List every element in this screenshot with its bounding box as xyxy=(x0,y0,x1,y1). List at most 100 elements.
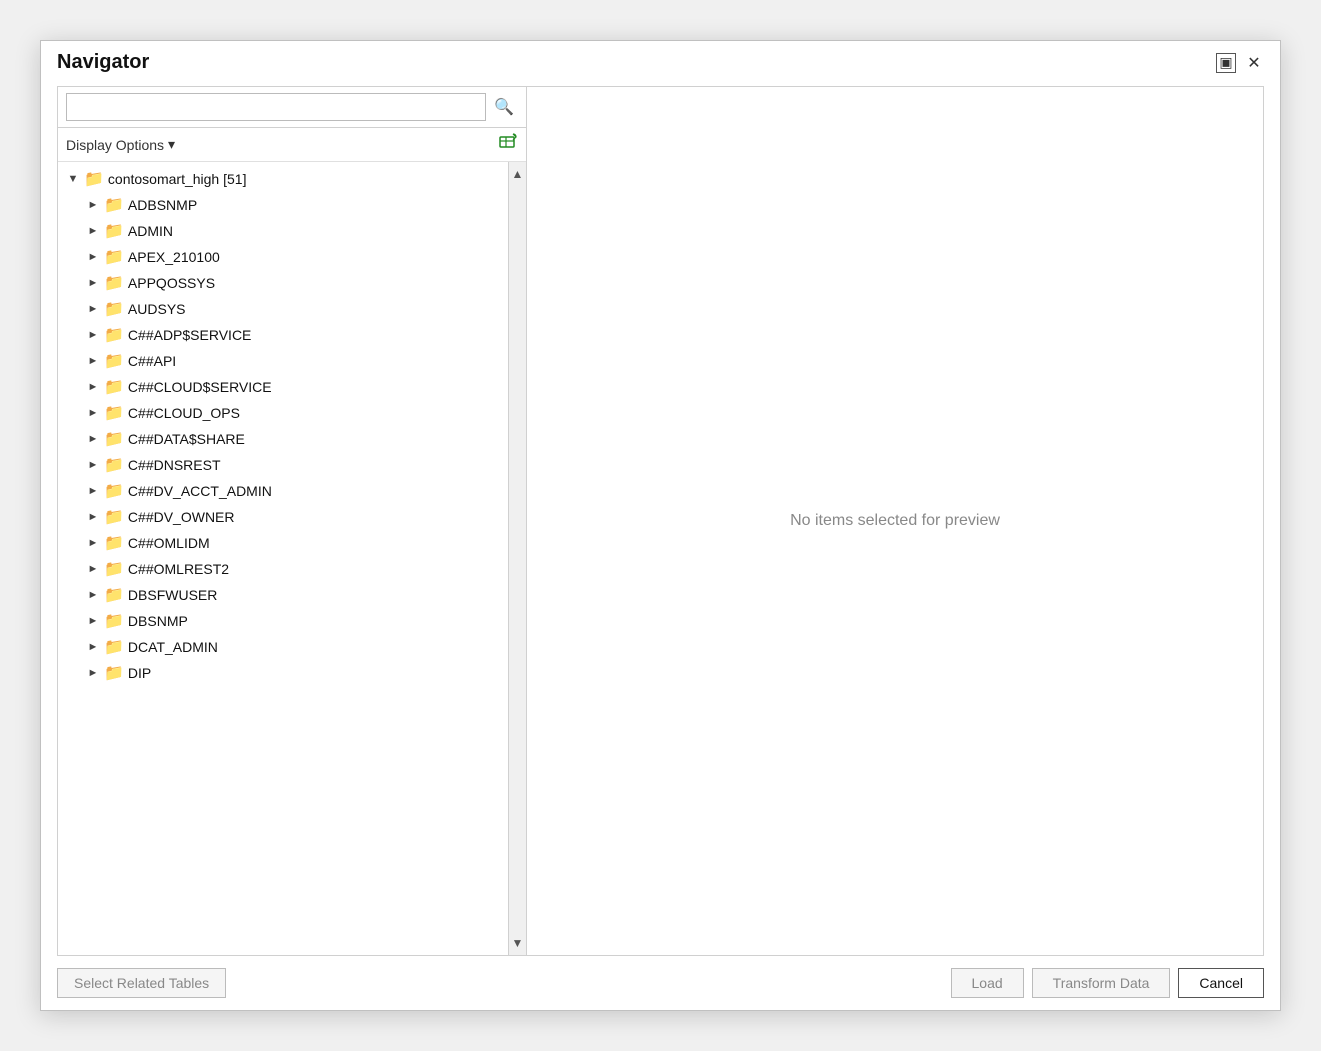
chevron-right-icon: ► xyxy=(86,303,100,315)
transform-data-button[interactable]: Transform Data xyxy=(1032,968,1171,998)
navigator-window: Navigator ▣ ✕ 🔍 Display Options ▾ xyxy=(40,40,1281,1011)
list-item[interactable]: ► 📁 C##OMLREST2 xyxy=(58,556,508,582)
tree-child-label: DBSFWUSER xyxy=(128,587,217,603)
folder-icon: 📁 xyxy=(104,273,124,293)
folder-icon: 📁 xyxy=(104,247,124,267)
chevron-right-icon: ► xyxy=(86,355,100,367)
scroll-up-button[interactable]: ▲ xyxy=(509,164,527,184)
search-button[interactable]: 🔍 xyxy=(490,93,518,121)
folder-icon: 📁 xyxy=(104,481,124,501)
load-button[interactable]: Load xyxy=(951,968,1024,998)
folder-icon: 📁 xyxy=(104,377,124,397)
folder-icon: 📁 xyxy=(104,455,124,475)
tree-list[interactable]: ▼ 📁 contosomart_high [51] ► 📁 ADBSNMP ► … xyxy=(58,162,508,955)
tree-child-label: APEX_210100 xyxy=(128,249,220,265)
list-item[interactable]: ► 📁 DBSFWUSER xyxy=(58,582,508,608)
tree-child-label: APPQOSSYS xyxy=(128,275,215,291)
list-item[interactable]: ► 📁 C##ADP$SERVICE xyxy=(58,322,508,348)
chevron-down-icon: ▾ xyxy=(168,136,175,153)
close-button[interactable]: ✕ xyxy=(1244,53,1264,73)
tree-child-label: DIP xyxy=(128,665,151,681)
chevron-right-icon: ► xyxy=(86,433,100,445)
list-item[interactable]: ► 📁 ADMIN xyxy=(58,218,508,244)
preview-empty-text: No items selected for preview xyxy=(790,512,1000,530)
content-area: 🔍 Display Options ▾ xyxy=(41,74,1280,956)
list-item[interactable]: ► 📁 C##DV_OWNER xyxy=(58,504,508,530)
list-item[interactable]: ► 📁 C##DATA$SHARE xyxy=(58,426,508,452)
list-item[interactable]: ► 📁 C##API xyxy=(58,348,508,374)
folder-icon: 📁 xyxy=(104,325,124,345)
folder-icon: 📁 xyxy=(104,507,124,527)
tree-child-label: DBSNMP xyxy=(128,613,188,629)
folder-icon: 📁 xyxy=(104,221,124,241)
folder-icon: 📁 xyxy=(104,637,124,657)
chevron-right-icon: ► xyxy=(86,667,100,679)
toolbar-row: Display Options ▾ xyxy=(58,128,526,162)
right-panel: No items selected for preview xyxy=(527,86,1264,956)
folder-icon: 📁 xyxy=(104,351,124,371)
tree-child-label: C##DV_ACCT_ADMIN xyxy=(128,483,272,499)
scroll-controls: ▲ ▼ xyxy=(508,162,526,955)
tree-area: ▼ 📁 contosomart_high [51] ► 📁 ADBSNMP ► … xyxy=(58,162,526,955)
list-item[interactable]: ► 📁 C##CLOUD$SERVICE xyxy=(58,374,508,400)
refresh-button[interactable] xyxy=(498,132,518,157)
tree-root-label: contosomart_high [51] xyxy=(108,171,247,187)
footer-left: Select Related Tables xyxy=(57,968,226,998)
tree-child-label: C##CLOUD$SERVICE xyxy=(128,379,272,395)
folder-icon: 📁 xyxy=(104,429,124,449)
title-bar: Navigator ▣ ✕ xyxy=(41,41,1280,74)
folder-icon: 📁 xyxy=(104,403,124,423)
chevron-right-icon: ► xyxy=(86,199,100,211)
refresh-icon xyxy=(498,132,518,157)
list-item[interactable]: ► 📁 APEX_210100 xyxy=(58,244,508,270)
list-item[interactable]: ► 📁 DCAT_ADMIN xyxy=(58,634,508,660)
display-options-label: Display Options xyxy=(66,137,164,153)
list-item[interactable]: ► 📁 DBSNMP xyxy=(58,608,508,634)
folder-icon: 📁 xyxy=(104,611,124,631)
list-item[interactable]: ► 📁 AUDSYS xyxy=(58,296,508,322)
folder-icon: 📁 xyxy=(104,533,124,553)
list-item[interactable]: ► 📁 C##DV_ACCT_ADMIN xyxy=(58,478,508,504)
list-item[interactable]: ► 📁 APPQOSSYS xyxy=(58,270,508,296)
chevron-right-icon: ► xyxy=(86,329,100,341)
chevron-right-icon: ► xyxy=(86,537,100,549)
tree-child-label: ADMIN xyxy=(128,223,173,239)
list-item[interactable]: ► 📁 C##DNSREST xyxy=(58,452,508,478)
chevron-down-icon: ▼ xyxy=(66,173,80,185)
tree-root-item[interactable]: ▼ 📁 contosomart_high [51] xyxy=(58,166,508,192)
tree-child-label: C##OMLIDM xyxy=(128,535,210,551)
list-item[interactable]: ► 📁 C##OMLIDM xyxy=(58,530,508,556)
list-item[interactable]: ► 📁 C##CLOUD_OPS xyxy=(58,400,508,426)
footer: Select Related Tables Load Transform Dat… xyxy=(41,956,1280,1010)
list-item[interactable]: ► 📁 ADBSNMP xyxy=(58,192,508,218)
tree-child-label: C##OMLREST2 xyxy=(128,561,229,577)
folder-icon: 📁 xyxy=(104,663,124,683)
search-input[interactable] xyxy=(66,93,486,121)
chevron-right-icon: ► xyxy=(86,589,100,601)
search-bar: 🔍 xyxy=(58,87,526,128)
chevron-right-icon: ► xyxy=(86,511,100,523)
chevron-right-icon: ► xyxy=(86,251,100,263)
folder-icon: 📁 xyxy=(104,195,124,215)
tree-child-label: C##DNSREST xyxy=(128,457,221,473)
folder-icon: 📁 xyxy=(104,559,124,579)
display-options-button[interactable]: Display Options ▾ xyxy=(66,136,175,153)
chevron-right-icon: ► xyxy=(86,407,100,419)
tree-child-label: ADBSNMP xyxy=(128,197,197,213)
select-related-tables-button[interactable]: Select Related Tables xyxy=(57,968,226,998)
chevron-right-icon: ► xyxy=(86,485,100,497)
cancel-button[interactable]: Cancel xyxy=(1178,968,1264,998)
tree-child-label: C##ADP$SERVICE xyxy=(128,327,251,343)
left-panel: 🔍 Display Options ▾ xyxy=(57,86,527,956)
search-icon: 🔍 xyxy=(494,97,514,117)
window-controls: ▣ ✕ xyxy=(1216,53,1264,73)
chevron-right-icon: ► xyxy=(86,225,100,237)
minimize-button[interactable]: ▣ xyxy=(1216,53,1236,73)
tree-child-label: C##API xyxy=(128,353,176,369)
list-item[interactable]: ► 📁 DIP xyxy=(58,660,508,686)
chevron-right-icon: ► xyxy=(86,641,100,653)
footer-right: Load Transform Data Cancel xyxy=(951,968,1264,998)
folder-icon: 📁 xyxy=(84,169,104,189)
tree-child-label: C##CLOUD_OPS xyxy=(128,405,240,421)
scroll-down-button[interactable]: ▼ xyxy=(509,933,527,953)
